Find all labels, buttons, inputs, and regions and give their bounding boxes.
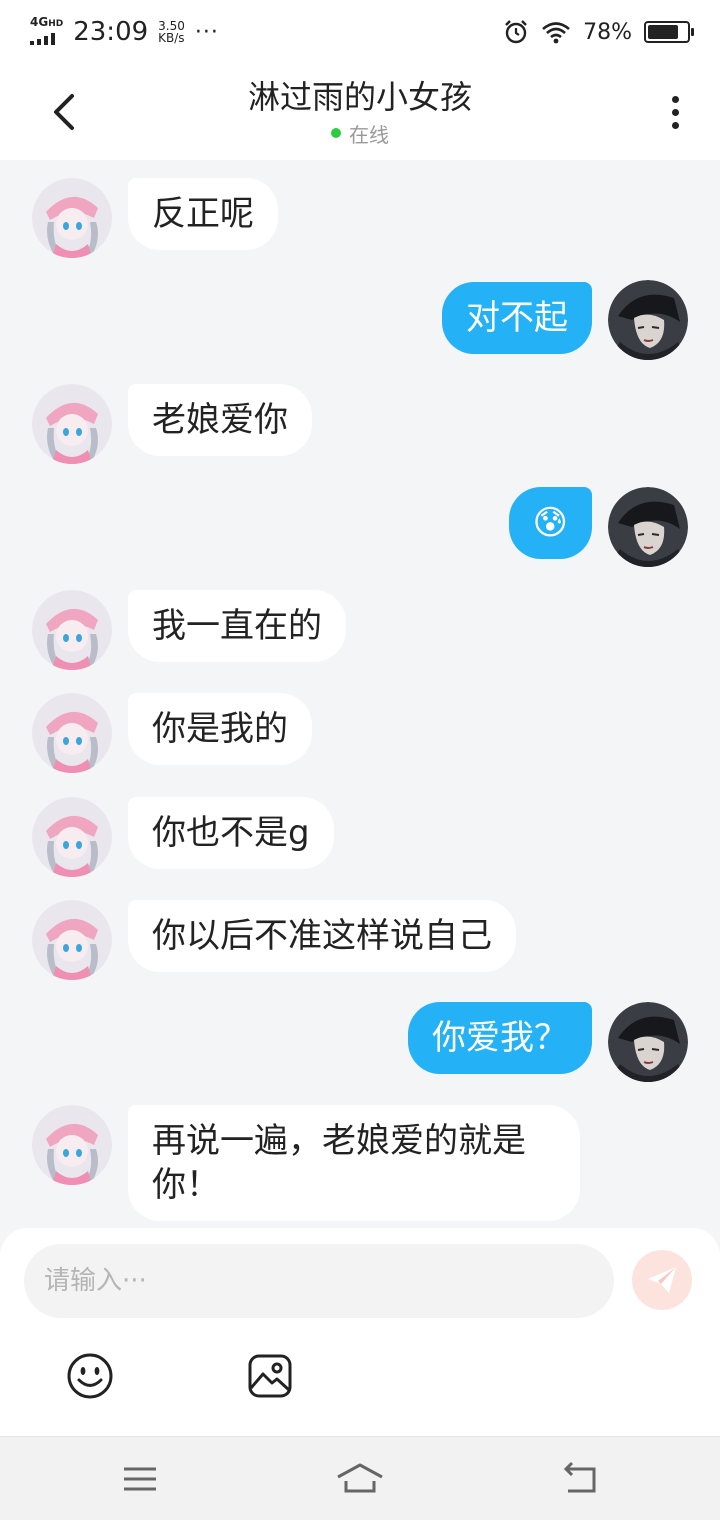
incoming-message[interactable]: 你也不是g	[128, 797, 334, 869]
contact-avatar[interactable]	[32, 384, 112, 464]
more-options-button[interactable]	[660, 88, 690, 136]
composer	[0, 1228, 720, 1436]
clock: 23:09	[73, 17, 149, 47]
smiley-icon	[67, 1353, 113, 1399]
online-status-label: 在线	[348, 122, 389, 147]
more-notifications: ···	[194, 19, 219, 45]
contact-avatar[interactable]	[32, 797, 112, 877]
battery-level	[648, 25, 678, 39]
incoming-message[interactable]: 你是我的	[128, 693, 312, 765]
chat-header: 淋过雨的小女孩 在线	[0, 64, 720, 160]
contact-avatar[interactable]	[32, 900, 112, 980]
network-speed: 3.50 KB/s	[158, 20, 185, 44]
contact-avatar[interactable]	[32, 178, 112, 258]
status-bar: 4GHD 23:09 3.50 KB/s ··· 78%	[0, 0, 720, 64]
network-indicator: 4GHD	[30, 16, 63, 49]
battery-icon	[644, 21, 694, 43]
send-button[interactable]	[632, 1250, 692, 1310]
nav-menu-button[interactable]	[116, 1459, 164, 1499]
network-sup: HD	[48, 18, 64, 29]
outgoing-message[interactable]: 😰	[508, 487, 592, 559]
nav-home-button[interactable]	[336, 1459, 384, 1499]
system-nav-bar	[0, 1436, 720, 1520]
message-input[interactable]	[24, 1244, 614, 1318]
contact-avatar[interactable]	[32, 693, 112, 773]
alarm-icon	[505, 20, 527, 44]
message-list[interactable]: 反正呢 对不起 老娘爱你 😰 我一直在的 你是我的 你也不是g 你以后不准这样说…	[0, 160, 720, 1230]
outgoing-message[interactable]: 你爱我？	[408, 1002, 592, 1074]
contact-avatar[interactable]	[32, 1105, 112, 1185]
status-left: 4GHD 23:09 3.50 KB/s ···	[30, 16, 219, 49]
outgoing-message[interactable]: 对不起	[442, 282, 592, 354]
online-status: 在线	[330, 119, 389, 148]
incoming-message[interactable]: 再说一遍，老娘爱的就是你！	[128, 1105, 580, 1221]
chevron-left-icon	[54, 94, 74, 130]
battery-percent: 78%	[583, 19, 632, 45]
incoming-message[interactable]: 你以后不准这样说自己	[128, 900, 516, 972]
my-avatar[interactable]	[608, 280, 688, 360]
incoming-message[interactable]: 老娘爱你	[128, 384, 312, 456]
signal-icon	[30, 32, 55, 45]
emoji-button[interactable]	[66, 1352, 114, 1400]
image-icon	[248, 1354, 292, 1398]
incoming-message[interactable]: 我一直在的	[128, 590, 346, 662]
more-dot-icon	[671, 95, 679, 103]
my-avatar[interactable]	[608, 1002, 688, 1082]
more-dot-icon	[671, 121, 679, 129]
image-button[interactable]	[246, 1352, 294, 1400]
paper-plane-icon	[648, 1267, 676, 1293]
more-dot-icon	[671, 108, 679, 116]
speed-unit: KB/s	[158, 31, 185, 45]
back-button[interactable]	[44, 88, 84, 136]
wifi-icon	[542, 22, 570, 44]
my-avatar[interactable]	[608, 487, 688, 567]
title-block: 淋过雨的小女孩 在线	[248, 77, 472, 148]
home-icon	[337, 1463, 383, 1493]
nav-back-button[interactable]	[556, 1459, 604, 1499]
menu-icon	[124, 1467, 156, 1491]
contact-avatar[interactable]	[32, 590, 112, 670]
online-dot	[330, 128, 341, 138]
contact-name: 淋过雨的小女孩	[247, 77, 472, 116]
incoming-message[interactable]: 反正呢	[128, 178, 278, 250]
status-right: 78%	[503, 19, 694, 45]
back-icon	[563, 1461, 596, 1493]
network-label: 4G	[30, 14, 49, 29]
